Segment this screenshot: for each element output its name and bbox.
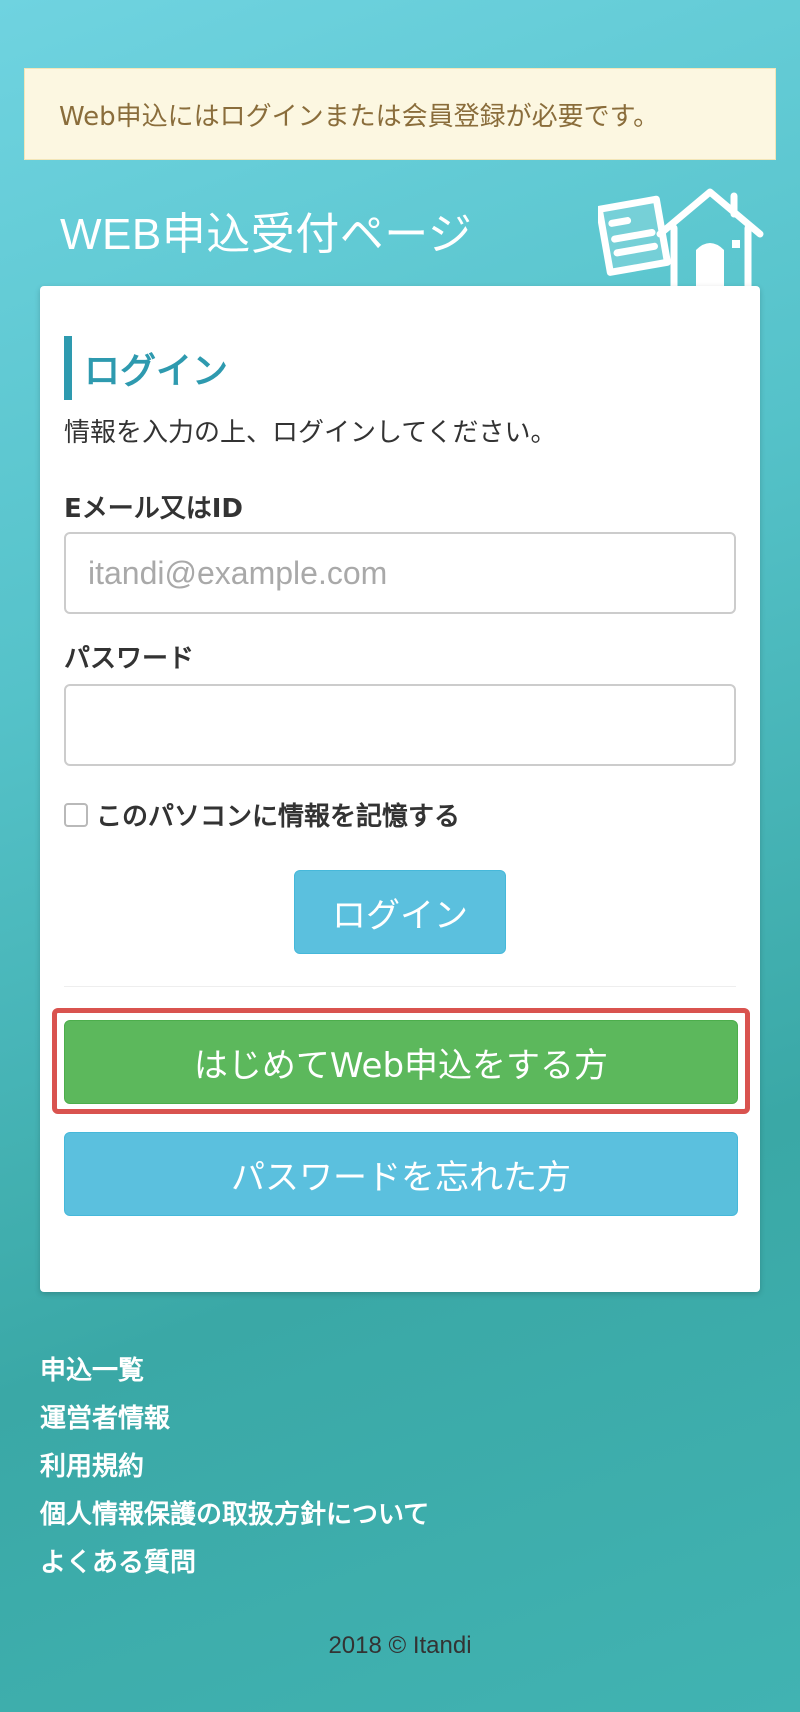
alert-message: Web申込にはログインまたは会員登録が必要です。	[59, 101, 660, 132]
footer-links: 申込一覧 運営者情報 利用規約 個人情報保護の取扱方針について よくある質問	[40, 1344, 429, 1584]
email-label: Eメール又はID	[64, 494, 244, 524]
first-time-signup-button[interactable]: はじめてWeb申込をする方	[64, 1020, 738, 1104]
footer-link-privacy-policy[interactable]: 個人情報保護の取扱方針について	[40, 1494, 429, 1531]
login-card: ログイン 情報を入力の上、ログインしてください。 Eメール又はID パスワード …	[40, 286, 760, 1292]
login-instructions: 情報を入力の上、ログインしてください。	[64, 418, 557, 448]
password-input[interactable]	[64, 684, 736, 766]
divider	[64, 986, 736, 987]
email-input[interactable]	[64, 532, 736, 614]
login-required-alert: Web申込にはログインまたは会員登録が必要です。	[24, 68, 776, 160]
login-heading-text: ログイン	[84, 351, 229, 392]
remember-me[interactable]: このパソコンに情報を記憶する	[64, 796, 460, 833]
house-document-icon	[598, 188, 764, 288]
page-title: WEB申込受付ページ	[60, 210, 473, 259]
password-label: パスワード	[64, 644, 195, 674]
footer-link-faq[interactable]: よくある質問	[40, 1542, 196, 1579]
footer-link-terms[interactable]: 利用規約	[40, 1446, 144, 1483]
footer-link-operator-info[interactable]: 運営者情報	[40, 1398, 170, 1435]
login-heading: ログイン	[64, 336, 228, 400]
remember-checkbox[interactable]	[64, 802, 88, 827]
footer-link-applications[interactable]: 申込一覧	[40, 1350, 144, 1387]
remember-label: このパソコンに情報を記憶する	[96, 802, 461, 832]
forgot-password-button[interactable]: パスワードを忘れた方	[64, 1132, 738, 1216]
copyright: 2018 © Itandi	[328, 1632, 472, 1659]
login-button[interactable]: ログイン	[294, 870, 506, 954]
